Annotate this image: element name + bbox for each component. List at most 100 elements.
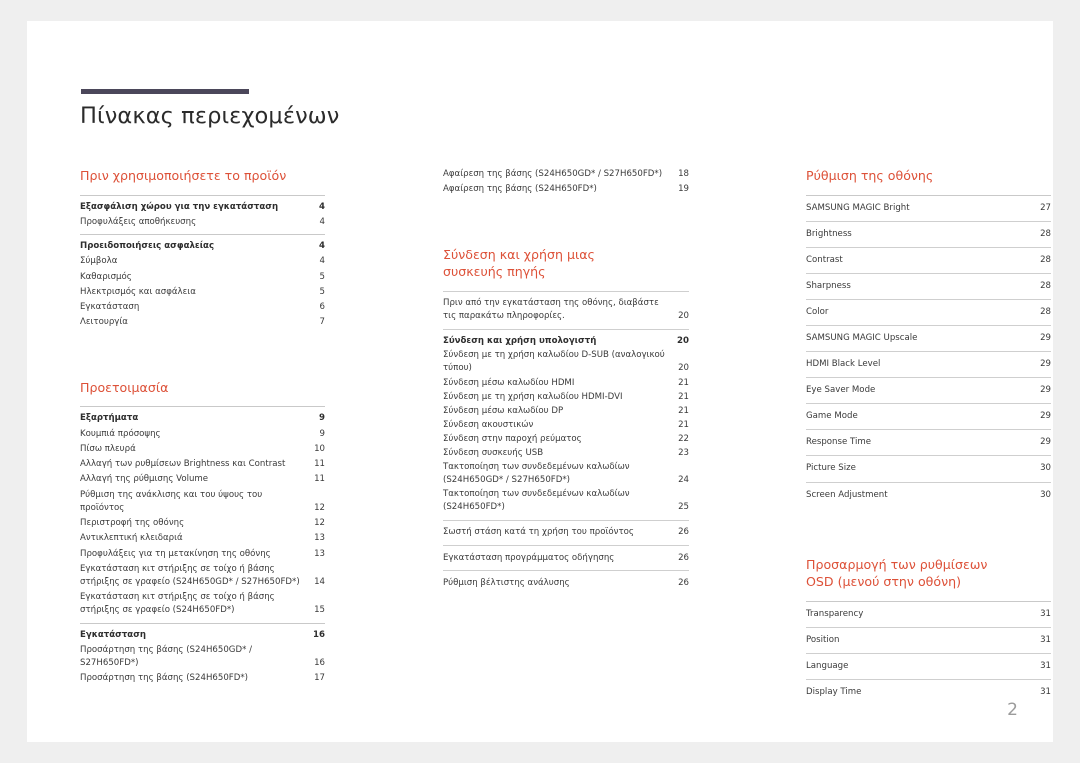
toc-entry-page: 31 (1040, 686, 1051, 697)
page-number: 2 (1007, 700, 1018, 720)
toc-entry-page: 4 (319, 201, 325, 212)
toc-entry[interactable]: Εξαρτήματα 9 (80, 411, 325, 426)
toc-entry-label: Προσάρτηση της βάσης (S24H650FD*) (80, 673, 249, 684)
toc-entry-label: Προειδοποιήσεις ασφαλείας (80, 241, 215, 252)
toc-entry-label: Εξασφάλιση χώρου για την εγκατάσταση (80, 201, 279, 212)
toc-entry[interactable]: Screen Adjustment 30 (806, 481, 1051, 508)
toc-entry-page: 17 (314, 673, 325, 684)
toc-entry-label: Σύνδεση με τη χρήση καλωδίου D-SUB (αναλ… (443, 350, 665, 374)
toc-entry[interactable]: Αφαίρεση της βάσης (S24H650GD* / S27H650… (443, 167, 689, 182)
toc-entry[interactable]: Αντικλεπτική κλειδαριά 13 (80, 531, 325, 546)
page-title: Πίνακας περιεχομένων (80, 103, 340, 129)
toc-entry-page: 20 (678, 363, 689, 374)
toc-entry[interactable]: Position 31 (806, 626, 1051, 653)
toc-entry-page: 4 (319, 216, 325, 227)
toc-entry[interactable]: Πριν από την εγκατάσταση της οθόνης, δια… (443, 297, 689, 324)
toc-entry[interactable]: Σύνδεση με τη χρήση καλωδίου D-SUB (αναλ… (443, 349, 689, 376)
toc-entry[interactable]: Εγκατάσταση κιτ στήριξης σε τοίχο ή βάση… (80, 562, 325, 590)
toc-entry[interactable]: SAMSUNG MAGIC Upscale 29 (806, 324, 1051, 351)
toc-entry-label: Εξαρτήματα (80, 413, 139, 424)
toc-entry[interactable]: Εγκατάσταση προγράμματος οδήγησης 26 (443, 551, 689, 565)
toc-entry[interactable]: Picture Size 30 (806, 455, 1051, 481)
toc-entry[interactable]: Προφυλάξεις για τη μετακίνηση της οθόνης… (80, 547, 325, 562)
toc-entry[interactable]: Σύνδεση με τη χρήση καλωδίου HDMI-DVI 21 (443, 390, 689, 404)
toc-entry[interactable]: Σύνδεση ακουστικών 21 (443, 418, 689, 432)
toc-group: Σωστή στάση κατά τη χρήση του προϊόντος 2… (443, 519, 689, 545)
toc-entry[interactable]: Εγκατάσταση 16 (80, 628, 325, 643)
toc-entry-label: Σύνδεση και χρήση υπολογιστή (443, 336, 597, 347)
toc-entry[interactable]: Σύνδεση μέσω καλωδίου DP 21 (443, 404, 689, 418)
toc-entry[interactable]: Αλλαγή των ρυθμίσεων Brightness και Cont… (80, 457, 325, 472)
toc-entry-label: Σύνδεση με τη χρήση καλωδίου HDMI-DVI (443, 391, 623, 402)
toc-entry[interactable]: Ηλεκτρισμός και ασφάλεια 5 (80, 285, 325, 300)
toc-entry-page: 9 (319, 413, 325, 424)
toc-entry[interactable]: Σύνδεση συσκευής USB 23 (443, 447, 689, 461)
toc-entry[interactable]: Περιστροφή της οθόνης 12 (80, 516, 325, 531)
toc-entry[interactable]: Καθαρισμός 5 (80, 270, 325, 285)
toc-entry[interactable]: Προφυλάξεις αποθήκευσης 4 (80, 215, 325, 230)
toc-entry-label: Εγκατάσταση κιτ στήριξης σε τοίχο ή βάση… (80, 592, 275, 616)
toc-entry[interactable]: Κουμπιά πρόσοψης 9 (80, 427, 325, 442)
toc-entry-label: Screen Adjustment (806, 489, 888, 500)
toc-entry[interactable]: Brightness 28 (806, 220, 1051, 247)
toc-entry[interactable]: Color 28 (806, 298, 1051, 325)
toc-entry[interactable]: Σύνδεση στην παροχή ρεύματος 22 (443, 432, 689, 446)
toc-entry[interactable]: Σύνδεση και χρήση υπολογιστή 20 (443, 335, 689, 349)
toc-section-heading: Προετοιμασία (80, 379, 169, 395)
toc-entry-label: Σύνδεση μέσω καλωδίου DP (443, 405, 564, 416)
toc-entry[interactable]: Λειτουργία 7 (80, 315, 325, 330)
toc-entry[interactable]: Πίσω πλευρά 10 (80, 442, 325, 457)
toc-entry-page: 22 (678, 433, 689, 444)
toc-entry[interactable]: Ρύθμιση της ανάκλισης και του ύψους του … (80, 488, 325, 516)
toc-group: Πριν από την εγκατάσταση της οθόνης, δια… (443, 290, 689, 329)
toc-entry[interactable]: Contrast 28 (806, 246, 1051, 273)
toc-entry[interactable]: Τακτοποίηση των συνδεδεμένων καλωδίων (S… (443, 461, 689, 488)
toc-column-3: Ρύθμιση της οθόνης SAMSUNG MAGIC Bright 27… (806, 167, 1051, 705)
title-rule-decoration (81, 89, 249, 94)
toc-entry-label: Contrast (806, 254, 843, 265)
toc-entry[interactable]: Transparency 31 (806, 600, 1051, 627)
toc-entry-label: Προφυλάξεις αποθήκευσης (80, 216, 197, 227)
toc-entry[interactable]: Προειδοποιήσεις ασφαλείας 4 (80, 239, 325, 254)
toc-entry-label: Κουμπιά πρόσοψης (80, 428, 161, 439)
toc-entry-label: Περιστροφή της οθόνης (80, 518, 185, 529)
toc-entry-label: Αλλαγή των ρυθμίσεων Brightness και Cont… (80, 459, 286, 470)
toc-entry-label: Αφαίρεση της βάσης (S24H650GD* / S27H650… (443, 169, 663, 179)
toc-entry[interactable]: Response Time 29 (806, 429, 1051, 455)
toc-entry[interactable]: Σύνδεση μέσω καλωδίου HDMI 21 (443, 376, 689, 390)
toc-entry-page: 28 (1040, 306, 1051, 317)
toc-entry[interactable]: SAMSUNG MAGIC Bright 27 (806, 194, 1051, 221)
toc-entry[interactable]: Σύμβολα 4 (80, 254, 325, 269)
toc-entry[interactable]: Game Mode 29 (806, 403, 1051, 429)
toc-entry-label: Σωστή στάση κατά τη χρήση του προϊόντος (443, 527, 634, 538)
toc-entry-page: 28 (1040, 280, 1051, 291)
toc-entry-page: 20 (677, 336, 689, 347)
toc-entry[interactable]: Eye Saver Mode 29 (806, 377, 1051, 403)
toc-entry-page: 18 (678, 169, 689, 179)
toc-entry-page: 29 (1040, 411, 1051, 422)
toc-entry[interactable]: Προσάρτηση της βάσης (S24H650FD*) 17 (80, 671, 325, 686)
toc-section-heading: Πριν χρησιμοποιήσετε το προϊόν (80, 168, 287, 183)
toc-entry-page: 29 (1040, 332, 1051, 343)
toc-entry-label: Πίσω πλευρά (80, 443, 136, 454)
toc-entry[interactable]: HDMI Black Level 29 (806, 351, 1051, 377)
toc-entry-page: 14 (314, 576, 325, 587)
toc-entry[interactable]: Προσάρτηση της βάσης (S24H650GD* / S27H6… (80, 643, 325, 671)
toc-entry[interactable]: Ρύθμιση βέλτιστης ανάλυσης 26 (443, 576, 689, 590)
toc-entry[interactable]: Τακτοποίηση των συνδεδεμένων καλωδίων (S… (443, 488, 689, 515)
toc-entry-page: 24 (678, 475, 689, 486)
toc-entry[interactable]: Language 31 (806, 652, 1051, 679)
toc-entry[interactable]: Εγκατάσταση κιτ στήριξης σε τοίχο ή βάση… (80, 590, 325, 618)
toc-entry[interactable]: Σωστή στάση κατά τη χρήση του προϊόντος 2… (443, 526, 689, 540)
toc-entry[interactable]: Αφαίρεση της βάσης (S24H650FD*) 19 (443, 182, 689, 197)
toc-entry[interactable]: Εγκατάσταση 6 (80, 300, 325, 315)
toc-entry[interactable]: Sharpness 28 (806, 272, 1051, 299)
toc-entry-page: 12 (314, 518, 325, 529)
toc-entry[interactable]: Εξασφάλιση χώρου για την εγκατάσταση 4 (80, 200, 325, 215)
toc-entry-page: 10 (314, 443, 325, 454)
toc-entry[interactable]: Αλλαγή της ρύθμισης Volume 11 (80, 472, 325, 487)
toc-entry-label: Eye Saver Mode (806, 385, 876, 396)
toc-entry-label: Τακτοποίηση των συνδεδεμένων καλωδίων (S… (443, 462, 630, 486)
toc-group: Εγκατάσταση προγράμματος οδήγησης 26 (443, 545, 689, 570)
toc-section-heading: Προσαρμογή των ρυθμίσεων OSD (μενού στην… (806, 556, 988, 590)
